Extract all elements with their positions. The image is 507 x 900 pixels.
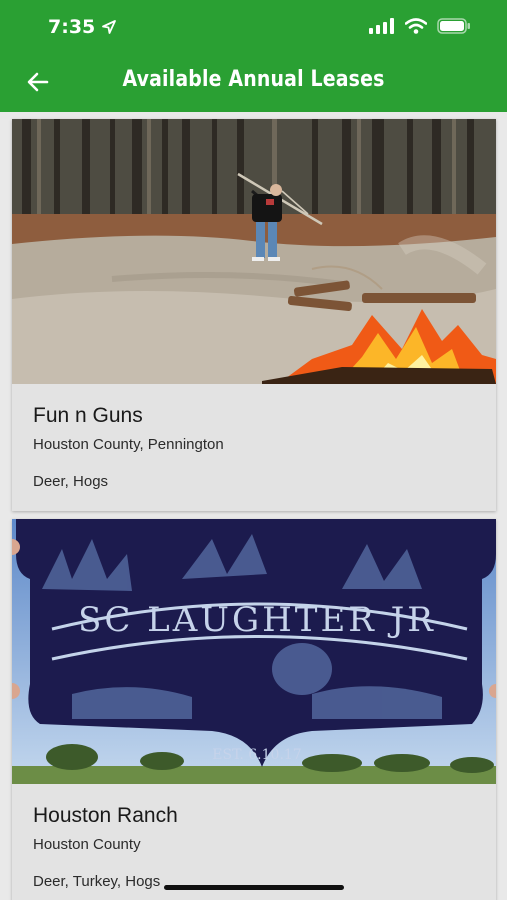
lease-card[interactable]: Fun n Guns Houston County, Pennington De… [12,119,496,511]
status-icons [369,18,471,34]
lease-name: Fun n Guns [33,404,143,427]
battery-icon [437,18,470,34]
location-arrow-icon [102,20,117,34]
lease-location: Houston County, Pennington [33,436,224,453]
svg-text:EST. 6.10.17: EST. 6.10.17 [212,747,301,763]
lease-game-types: Deer, Hogs [33,473,109,490]
status-bar-time: 7:35 [48,16,117,38]
page-title: Available Annual Leases [122,67,385,92]
title-bar: Available Annual Leases [0,58,507,104]
lease-game-types: Deer, Turkey, Hogs [33,873,161,890]
lease-card-body: Fun n Guns Houston County, Pennington De… [12,384,496,511]
lease-card[interactable]: SC LAUGHTER JR EST. 6.10.17 Houston Ranc… [12,519,496,900]
svg-text:SC LAUGHTER JR: SC LAUGHTER JR [78,600,436,640]
home-indicator[interactable] [164,885,344,890]
wifi-icon [405,18,427,34]
lease-location: Houston County [33,836,141,853]
lease-name: Houston Ranch [33,804,178,827]
clock-label: 7:35 [48,16,96,38]
app-header: 7:35 Available Annual Leases [0,0,507,112]
lease-card-body: Houston Ranch Houston County Deer, Turke… [12,784,496,900]
lease-photo [12,119,496,384]
lease-list: Fun n Guns Houston County, Pennington De… [12,119,496,900]
lease-photo: SC LAUGHTER JR EST. 6.10.17 [12,519,496,784]
signal-icon [369,18,394,34]
